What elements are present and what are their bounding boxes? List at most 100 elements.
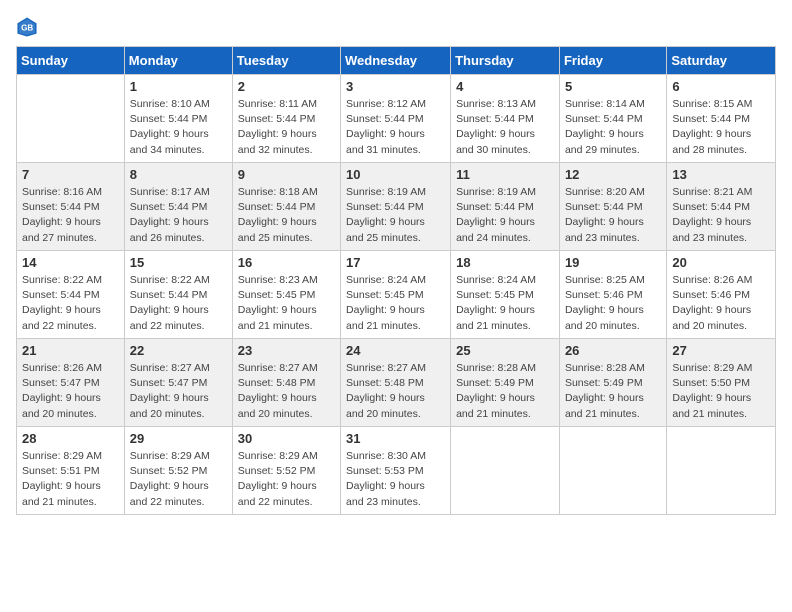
calendar-cell: 17 Sunrise: 8:24 AM Sunset: 5:45 PM Dayli…	[341, 251, 451, 339]
calendar-cell: 29Sunrise: 8:29 AM Sunset: 5:52 PM Dayli…	[124, 427, 232, 515]
calendar-cell: 22Sunrise: 8:27 AM Sunset: 5:47 PM Dayli…	[124, 339, 232, 427]
day-info: Sunrise: 8:29 AM Sunset: 5:51 PM Dayligh…	[22, 449, 119, 510]
calendar-cell: 6 Sunrise: 8:15 AM Sunset: 5:44 PM Daylig…	[667, 75, 776, 163]
day-header-saturday: Saturday	[667, 47, 776, 75]
day-number: 23	[238, 343, 335, 358]
day-info: Sunrise: 8:17 AM Sunset: 5:44 PM Dayligh…	[130, 185, 227, 246]
day-number: 28	[22, 431, 119, 446]
calendar-cell: 19 Sunrise: 8:25 AM Sunset: 5:46 PM Dayli…	[559, 251, 666, 339]
day-header-wednesday: Wednesday	[341, 47, 451, 75]
day-info: Sunrise: 8:14 AM Sunset: 5:44 PM Dayligh…	[565, 97, 661, 158]
day-info: Sunrise: 8:19 AM Sunset: 5:44 PM Dayligh…	[456, 185, 554, 246]
week-row-3: 14 Sunrise: 8:22 AM Sunset: 5:44 PM Dayli…	[17, 251, 776, 339]
calendar-cell	[17, 75, 125, 163]
page-header: GB	[16, 16, 776, 38]
calendar-table: SundayMondayTuesdayWednesdayThursdayFrid…	[16, 46, 776, 515]
day-info: Sunrise: 8:13 AM Sunset: 5:44 PM Dayligh…	[456, 97, 554, 158]
calendar-cell	[667, 427, 776, 515]
calendar-cell: 28 Sunrise: 8:29 AM Sunset: 5:51 PM Dayli…	[17, 427, 125, 515]
week-row-2: 7 Sunrise: 8:16 AM Sunset: 5:44 PM Daylig…	[17, 163, 776, 251]
day-header-friday: Friday	[559, 47, 666, 75]
day-number: 12	[565, 167, 661, 182]
day-info: Sunrise: 8:25 AM Sunset: 5:46 PM Dayligh…	[565, 273, 661, 334]
day-number: 9	[238, 167, 335, 182]
calendar-cell: 21 Sunrise: 8:26 AM Sunset: 5:47 PM Dayli…	[17, 339, 125, 427]
svg-text:GB: GB	[21, 24, 33, 33]
day-info: Sunrise: 8:26 AM Sunset: 5:46 PM Dayligh…	[672, 273, 770, 334]
day-number: 18	[456, 255, 554, 270]
calendar-cell: 10 Sunrise: 8:19 AM Sunset: 5:44 PM Dayli…	[341, 163, 451, 251]
calendar-cell: 13 Sunrise: 8:21 AM Sunset: 5:44 PM Dayli…	[667, 163, 776, 251]
calendar-cell: 2Sunrise: 8:11 AM Sunset: 5:44 PM Daylig…	[232, 75, 340, 163]
day-header-tuesday: Tuesday	[232, 47, 340, 75]
calendar-cell: 9 Sunrise: 8:18 AM Sunset: 5:44 PM Daylig…	[232, 163, 340, 251]
day-number: 3	[346, 79, 445, 94]
day-info: Sunrise: 8:23 AM Sunset: 5:45 PM Dayligh…	[238, 273, 335, 334]
calendar-cell: 27 Sunrise: 8:29 AM Sunset: 5:50 PM Dayli…	[667, 339, 776, 427]
day-number: 30	[238, 431, 335, 446]
calendar-header-row: SundayMondayTuesdayWednesdayThursdayFrid…	[17, 47, 776, 75]
day-number: 11	[456, 167, 554, 182]
calendar-cell: 30Sunrise: 8:29 AM Sunset: 5:52 PM Dayli…	[232, 427, 340, 515]
week-row-1: 1 Sunrise: 8:10 AM Sunset: 5:44 PM Daylig…	[17, 75, 776, 163]
day-info: Sunrise: 8:16 AM Sunset: 5:44 PM Dayligh…	[22, 185, 119, 246]
day-number: 26	[565, 343, 661, 358]
day-number: 29	[130, 431, 227, 446]
day-info: Sunrise: 8:20 AM Sunset: 5:44 PM Dayligh…	[565, 185, 661, 246]
week-row-4: 21 Sunrise: 8:26 AM Sunset: 5:47 PM Dayli…	[17, 339, 776, 427]
calendar-cell: 1 Sunrise: 8:10 AM Sunset: 5:44 PM Daylig…	[124, 75, 232, 163]
day-info: Sunrise: 8:19 AM Sunset: 5:44 PM Dayligh…	[346, 185, 445, 246]
calendar-cell: 24Sunrise: 8:27 AM Sunset: 5:48 PM Dayli…	[341, 339, 451, 427]
calendar-cell: 23 Sunrise: 8:27 AM Sunset: 5:48 PM Dayli…	[232, 339, 340, 427]
day-number: 6	[672, 79, 770, 94]
day-number: 19	[565, 255, 661, 270]
day-info: Sunrise: 8:26 AM Sunset: 5:47 PM Dayligh…	[22, 361, 119, 422]
day-info: Sunrise: 8:27 AM Sunset: 5:47 PM Dayligh…	[130, 361, 227, 422]
day-header-sunday: Sunday	[17, 47, 125, 75]
day-number: 1	[130, 79, 227, 94]
day-info: Sunrise: 8:24 AM Sunset: 5:45 PM Dayligh…	[456, 273, 554, 334]
calendar-cell: 16Sunrise: 8:23 AM Sunset: 5:45 PM Dayli…	[232, 251, 340, 339]
day-number: 8	[130, 167, 227, 182]
day-info: Sunrise: 8:30 AM Sunset: 5:53 PM Dayligh…	[346, 449, 445, 510]
day-number: 20	[672, 255, 770, 270]
day-header-thursday: Thursday	[451, 47, 560, 75]
day-info: Sunrise: 8:24 AM Sunset: 5:45 PM Dayligh…	[346, 273, 445, 334]
day-number: 25	[456, 343, 554, 358]
day-info: Sunrise: 8:15 AM Sunset: 5:44 PM Dayligh…	[672, 97, 770, 158]
logo: GB	[16, 16, 40, 38]
calendar-cell	[451, 427, 560, 515]
day-number: 4	[456, 79, 554, 94]
day-number: 21	[22, 343, 119, 358]
day-info: Sunrise: 8:28 AM Sunset: 5:49 PM Dayligh…	[565, 361, 661, 422]
calendar-cell: 25 Sunrise: 8:28 AM Sunset: 5:49 PM Dayli…	[451, 339, 560, 427]
day-number: 13	[672, 167, 770, 182]
day-number: 17	[346, 255, 445, 270]
day-info: Sunrise: 8:22 AM Sunset: 5:44 PM Dayligh…	[130, 273, 227, 334]
day-number: 10	[346, 167, 445, 182]
day-info: Sunrise: 8:27 AM Sunset: 5:48 PM Dayligh…	[238, 361, 335, 422]
day-info: Sunrise: 8:22 AM Sunset: 5:44 PM Dayligh…	[22, 273, 119, 334]
day-info: Sunrise: 8:10 AM Sunset: 5:44 PM Dayligh…	[130, 97, 227, 158]
day-info: Sunrise: 8:12 AM Sunset: 5:44 PM Dayligh…	[346, 97, 445, 158]
day-number: 5	[565, 79, 661, 94]
calendar-cell: 26 Sunrise: 8:28 AM Sunset: 5:49 PM Dayli…	[559, 339, 666, 427]
calendar-cell: 31Sunrise: 8:30 AM Sunset: 5:53 PM Dayli…	[341, 427, 451, 515]
calendar-cell	[559, 427, 666, 515]
day-info: Sunrise: 8:27 AM Sunset: 5:48 PM Dayligh…	[346, 361, 445, 422]
day-info: Sunrise: 8:18 AM Sunset: 5:44 PM Dayligh…	[238, 185, 335, 246]
calendar-cell: 3 Sunrise: 8:12 AM Sunset: 5:44 PM Daylig…	[341, 75, 451, 163]
day-info: Sunrise: 8:11 AM Sunset: 5:44 PM Dayligh…	[238, 97, 335, 158]
day-info: Sunrise: 8:28 AM Sunset: 5:49 PM Dayligh…	[456, 361, 554, 422]
calendar-cell: 7 Sunrise: 8:16 AM Sunset: 5:44 PM Daylig…	[17, 163, 125, 251]
day-info: Sunrise: 8:29 AM Sunset: 5:50 PM Dayligh…	[672, 361, 770, 422]
calendar-cell: 20 Sunrise: 8:26 AM Sunset: 5:46 PM Dayli…	[667, 251, 776, 339]
calendar-cell: 11 Sunrise: 8:19 AM Sunset: 5:44 PM Dayli…	[451, 163, 560, 251]
day-number: 14	[22, 255, 119, 270]
calendar-cell: 14 Sunrise: 8:22 AM Sunset: 5:44 PM Dayli…	[17, 251, 125, 339]
day-number: 27	[672, 343, 770, 358]
calendar-cell: 4 Sunrise: 8:13 AM Sunset: 5:44 PM Daylig…	[451, 75, 560, 163]
day-number: 15	[130, 255, 227, 270]
day-info: Sunrise: 8:21 AM Sunset: 5:44 PM Dayligh…	[672, 185, 770, 246]
day-number: 7	[22, 167, 119, 182]
